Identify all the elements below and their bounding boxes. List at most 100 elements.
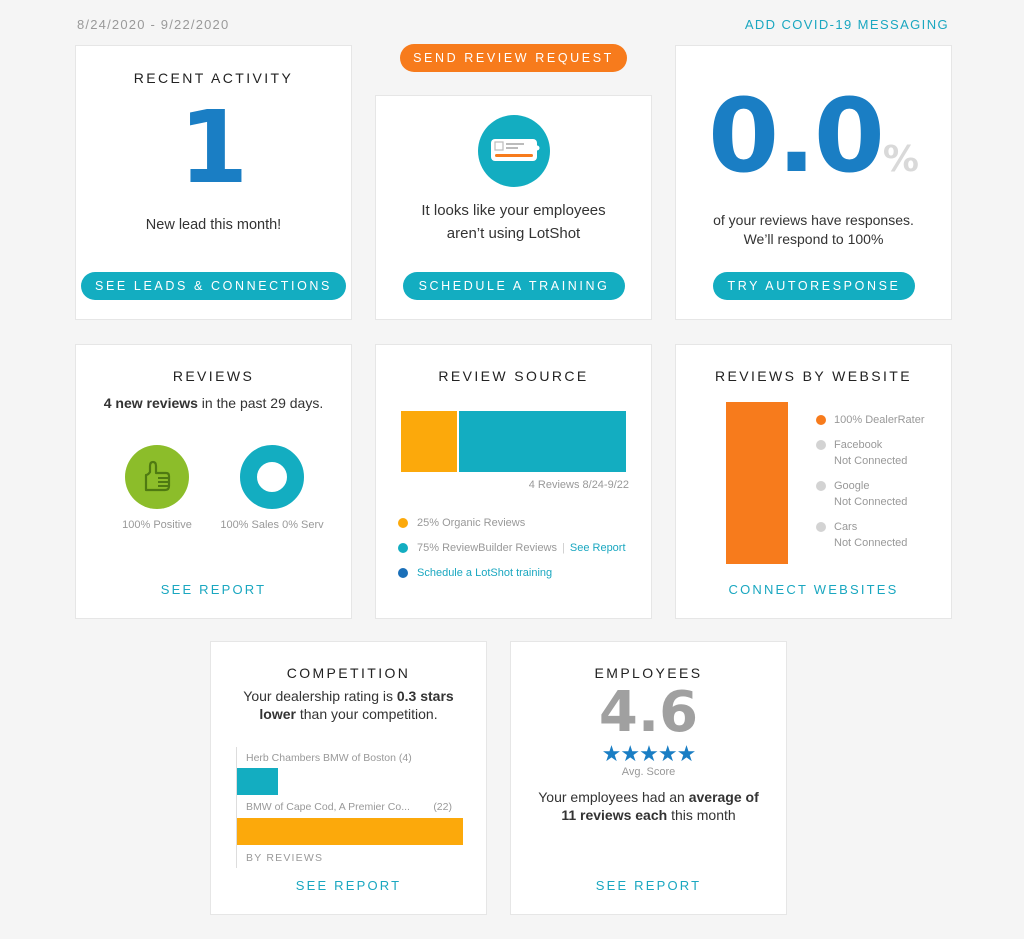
- legend-dot: [816, 522, 826, 532]
- star-icon: ★: [676, 741, 697, 766]
- competition-chart: Herb Chambers BMW of Boston (4) BMW of C…: [236, 747, 463, 868]
- legend-text: Facebook Not Connected: [834, 437, 907, 469]
- competitor-count: (22): [433, 801, 452, 813]
- website-name: Cars: [834, 521, 858, 533]
- employees-text: Your employees had an: [538, 789, 689, 805]
- new-lead-count: 1: [178, 89, 249, 206]
- competitor-name: BMW of Cape Cod, A Premier Co...: [246, 801, 410, 813]
- website-status: Not Connected: [834, 496, 908, 508]
- website-status: Not Connected: [834, 455, 908, 467]
- website-legend-item: Cars Not Connected: [816, 519, 925, 551]
- employees-see-report-link[interactable]: SEE REPORT: [511, 878, 786, 893]
- competition-summary: Your dealership rating is 0.3 stars lowe…: [211, 687, 486, 723]
- website-bar-track: [726, 402, 788, 564]
- schedule-training-button[interactable]: SCHEDULE A TRAINING: [403, 272, 625, 300]
- connect-websites-link[interactable]: CONNECT WEBSITES: [676, 582, 951, 597]
- card-title: RECENT ACTIVITY: [133, 70, 294, 86]
- responses-card: 0.0% of your reviews have responses. We’…: [675, 45, 952, 320]
- competition-text: Your dealership rating is: [243, 688, 397, 704]
- website-name: Google: [834, 480, 870, 492]
- employees-card: EMPLOYEES 4.6 ★★★★★ Avg. Score Your empl…: [510, 641, 787, 915]
- legend-dot-lotshot: [398, 568, 408, 578]
- responses-line2: We’ll respond to 100%: [743, 231, 884, 247]
- competition-text: than your competition.: [295, 706, 438, 722]
- sales-service-label: 100% Sales 0% Serv: [220, 519, 324, 531]
- avg-score-label: Avg. Score: [621, 766, 676, 778]
- add-covid-messaging-link[interactable]: ADD COVID-19 MESSAGING: [745, 17, 949, 32]
- website-legend: 100% DealerRater Facebook Not Connected Goo…: [816, 412, 925, 560]
- card-title: REVIEW SOURCE: [438, 368, 589, 384]
- dashboard: 8/24/2020 - 9/22/2020 ADD COVID-19 MESSA…: [0, 0, 1024, 939]
- website-legend-item: 100% DealerRater: [816, 412, 925, 428]
- website-legend-item: Facebook Not Connected: [816, 437, 925, 469]
- competition-axis-label: BY REVIEWS: [246, 852, 324, 864]
- reviews-summary: 4 new reviews in the past 29 days.: [76, 392, 351, 414]
- lotshot-message-line2: aren’t using LotShot: [446, 225, 581, 242]
- star-rating: ★★★★★: [511, 743, 786, 765]
- source-bar-segment-1: [457, 411, 626, 472]
- legend-separator: |: [562, 542, 565, 554]
- reviews-see-report-link[interactable]: SEE REPORT: [76, 582, 351, 597]
- employees-text-bold: 11 reviews each: [561, 807, 668, 823]
- source-legend-schedule: Schedule a LotShot training: [398, 567, 552, 579]
- new-lead-caption: New lead this month!: [145, 217, 282, 233]
- legend-dot: [816, 440, 826, 450]
- thumbs-up-icon: [125, 445, 189, 509]
- response-rate: 0.0%: [676, 82, 951, 192]
- legend-dot: [816, 481, 826, 491]
- competition-text-bold: lower: [259, 706, 296, 722]
- website-bar-dealerrater: [726, 402, 788, 564]
- legend-label: 25% Organic Reviews: [417, 517, 526, 529]
- positive-label: 100% Positive: [122, 519, 192, 531]
- employees-text: this month: [667, 807, 736, 823]
- reviews-by-website-card: REVIEWS BY WEBSITE 100% DealerRater Faceb…: [675, 344, 952, 619]
- legend-text: Cars Not Connected: [834, 519, 907, 551]
- legend-dot: [816, 415, 826, 425]
- schedule-lotshot-training-link[interactable]: Schedule a LotShot training: [417, 567, 552, 579]
- star-icon: ★: [657, 741, 678, 766]
- competitor-name: Herb Chambers BMW of Boston: [246, 752, 396, 764]
- review-source-card: REVIEW SOURCE 4 Reviews 8/24-9/22 25% Or…: [375, 344, 652, 619]
- legend-text: Google Not Connected: [834, 478, 907, 510]
- card-title: EMPLOYEES: [594, 665, 703, 681]
- star-icon: ★: [639, 741, 659, 766]
- reviews-summary-bold: 4 new reviews: [103, 395, 198, 411]
- star-icon: ★: [620, 741, 640, 766]
- review-source-see-report-link[interactable]: See Report: [570, 542, 626, 554]
- website-name: 100% DealerRater: [834, 414, 925, 426]
- card-title: COMPETITION: [286, 665, 411, 681]
- see-leads-connections-button[interactable]: SEE LEADS & CONNECTIONS: [81, 272, 346, 300]
- competition-see-report-link[interactable]: SEE REPORT: [211, 878, 486, 893]
- card-title: REVIEWS: [172, 368, 255, 384]
- employees-text-bold: average of: [688, 789, 759, 805]
- date-range: 8/24/2020 - 9/22/2020: [77, 17, 230, 32]
- competition-text-bold: 0.3 stars: [396, 688, 454, 704]
- competitor-bar-herb-chambers: [237, 768, 279, 795]
- reviews-card: REVIEWS 4 new reviews in the past 29 day…: [75, 344, 352, 619]
- sales-service-donut: [240, 445, 304, 509]
- legend-dot-reviewbuilder: [398, 543, 408, 553]
- recent-activity-card: RECENT ACTIVITY 1 New lead this month! S…: [75, 45, 352, 320]
- website-name: Facebook: [834, 439, 883, 451]
- competition-card: COMPETITION Your dealership rating is 0.…: [210, 641, 487, 915]
- source-legend-organic: 25% Organic Reviews: [398, 517, 525, 529]
- lotshot-message-line1: It looks like your employees: [421, 202, 606, 219]
- response-rate-unit: %: [882, 139, 919, 180]
- competitor-count: (4): [398, 752, 412, 764]
- competitor-label: BMW of Cape Cod, A Premier Co... (22): [246, 801, 452, 813]
- legend-label: 75% ReviewBuilder Reviews: [417, 542, 558, 554]
- star-icon: ★: [601, 741, 622, 766]
- try-autoresponse-button[interactable]: TRY AUTORESPONSE: [713, 272, 915, 300]
- reviews-summary-rest: in the past 29 days.: [197, 395, 324, 411]
- legend-dot-organic: [398, 518, 408, 528]
- employees-summary: Your employees had an average of 11 revi…: [511, 788, 786, 824]
- lotshot-card: It looks like your employees aren’t usin…: [375, 95, 652, 320]
- send-review-request-button[interactable]: SEND REVIEW REQUEST: [400, 44, 627, 72]
- source-bar-segment-0: [401, 411, 458, 472]
- lotshot-card-icon: [478, 115, 550, 187]
- website-status: Not Connected: [834, 537, 908, 549]
- review-source-bar: [401, 411, 626, 472]
- competitor-label: Herb Chambers BMW of Boston (4): [246, 752, 412, 764]
- response-rate-value: 0.0: [708, 77, 885, 196]
- review-source-caption: 4 Reviews 8/24-9/22: [528, 479, 629, 491]
